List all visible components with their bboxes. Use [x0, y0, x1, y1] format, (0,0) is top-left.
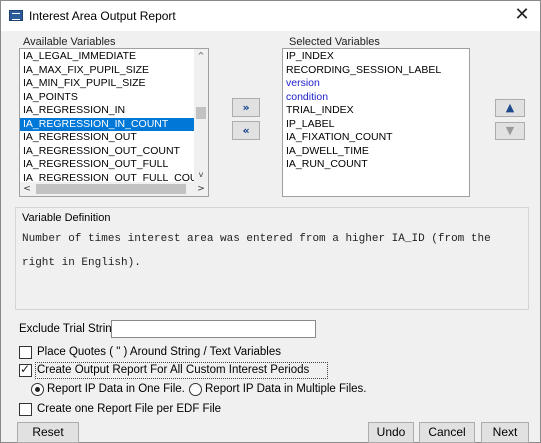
place-quotes-checkbox[interactable]	[19, 346, 32, 359]
scroll-right-icon[interactable]: >	[194, 182, 208, 196]
selected-variable-item[interactable]: IP_LABEL	[283, 118, 469, 132]
report-multiple-files-label: Report IP Data in Multiple Files.	[205, 383, 367, 395]
remove-variable-button[interactable]: «	[232, 121, 260, 140]
selected-variable-item[interactable]: condition	[283, 91, 469, 105]
app-icon	[9, 10, 23, 21]
place-quotes-label: Place Quotes ( " ) Around String / Text …	[37, 346, 281, 358]
available-variable-item[interactable]: IA_MIN_FIX_PUPIL_SIZE	[20, 77, 194, 91]
selected-variable-item[interactable]: IP_INDEX	[283, 50, 469, 64]
selected-variables-label: Selected Variables	[289, 36, 380, 48]
available-horizontal-scrollbar[interactable]: < >	[20, 182, 208, 196]
selected-variable-item[interactable]: IA_DWELL_TIME	[283, 145, 469, 159]
add-variable-button[interactable]: »	[232, 98, 260, 117]
available-variable-item[interactable]: IA_POINTS	[20, 91, 194, 105]
selected-variable-item[interactable]: RECORDING_SESSION_LABEL	[283, 64, 469, 78]
variable-definition-group: Variable Definition Number of times inte…	[15, 207, 529, 310]
selected-variable-item[interactable]: version	[283, 77, 469, 91]
exclude-trial-string-input[interactable]	[111, 320, 316, 338]
report-one-file-label: Report IP Data in One File.	[47, 383, 185, 395]
cancel-button[interactable]: Cancel	[419, 422, 475, 443]
variable-definition-label: Variable Definition	[22, 212, 111, 224]
available-variable-item[interactable]: IA_LEGAL_IMMEDIATE	[20, 50, 194, 64]
available-variable-item[interactable]: IA_REGRESSION_OUT_FULL	[20, 158, 194, 172]
custom-interest-periods-label: Create Output Report For All Custom Inte…	[37, 364, 310, 376]
interest-area-output-report-dialog: Interest Area Output Report ✕ Available …	[0, 0, 541, 443]
exclude-trial-string-label: Exclude Trial String :	[19, 323, 125, 335]
selected-variable-item[interactable]: IA_FIXATION_COUNT	[283, 131, 469, 145]
available-variable-item[interactable]: IA_REGRESSION_IN_COUNT	[20, 117, 194, 131]
next-button[interactable]: Next	[481, 422, 529, 443]
available-variable-item[interactable]: IA_MAX_FIX_PUPIL_SIZE	[20, 64, 194, 78]
report-multiple-files-radio[interactable]	[189, 383, 202, 396]
per-edf-file-checkbox[interactable]	[19, 403, 32, 416]
available-variable-item[interactable]: IA_REGRESSION_OUT	[20, 131, 194, 145]
scroll-down-icon[interactable]: v	[194, 168, 208, 182]
selected-variables-list[interactable]: IP_INDEX RECORDING_SESSION_LABEL version co…	[282, 48, 470, 197]
scroll-left-icon[interactable]: <	[20, 182, 34, 196]
selected-variable-item[interactable]: IA_RUN_COUNT	[283, 158, 469, 172]
per-edf-file-label: Create one Report File per EDF File	[37, 403, 222, 415]
move-down-button[interactable]: ▼	[495, 122, 525, 140]
move-up-button[interactable]: ▲	[495, 99, 525, 117]
close-icon[interactable]: ✕	[512, 5, 532, 25]
custom-interest-periods-checkbox[interactable]	[19, 362, 32, 377]
available-vertical-scrollbar[interactable]: ^ v	[194, 49, 208, 182]
window-title: Interest Area Output Report	[29, 9, 176, 23]
available-variables-list[interactable]: IA_LEGAL_IMMEDIATE IA_MAX_FIX_PUPIL_SIZE I…	[19, 48, 209, 197]
reset-button[interactable]: Reset	[17, 422, 79, 443]
undo-button[interactable]: Undo	[368, 422, 414, 443]
available-variables-label: Available Variables	[23, 36, 116, 48]
horizontal-scroll-thumb[interactable]	[36, 184, 186, 194]
scroll-up-icon[interactable]: ^	[194, 49, 208, 63]
title-bar: Interest Area Output Report ✕	[1, 1, 540, 31]
selected-variable-item[interactable]: TRIAL_INDEX	[283, 104, 469, 118]
variable-definition-text: Number of times interest area was entere…	[22, 233, 491, 269]
available-variable-item[interactable]: IA_REGRESSION_IN	[20, 104, 194, 118]
report-one-file-radio[interactable]	[31, 383, 44, 396]
scroll-thumb[interactable]	[196, 107, 206, 119]
available-variable-item[interactable]: IA_REGRESSION_OUT_COUNT	[20, 145, 194, 159]
